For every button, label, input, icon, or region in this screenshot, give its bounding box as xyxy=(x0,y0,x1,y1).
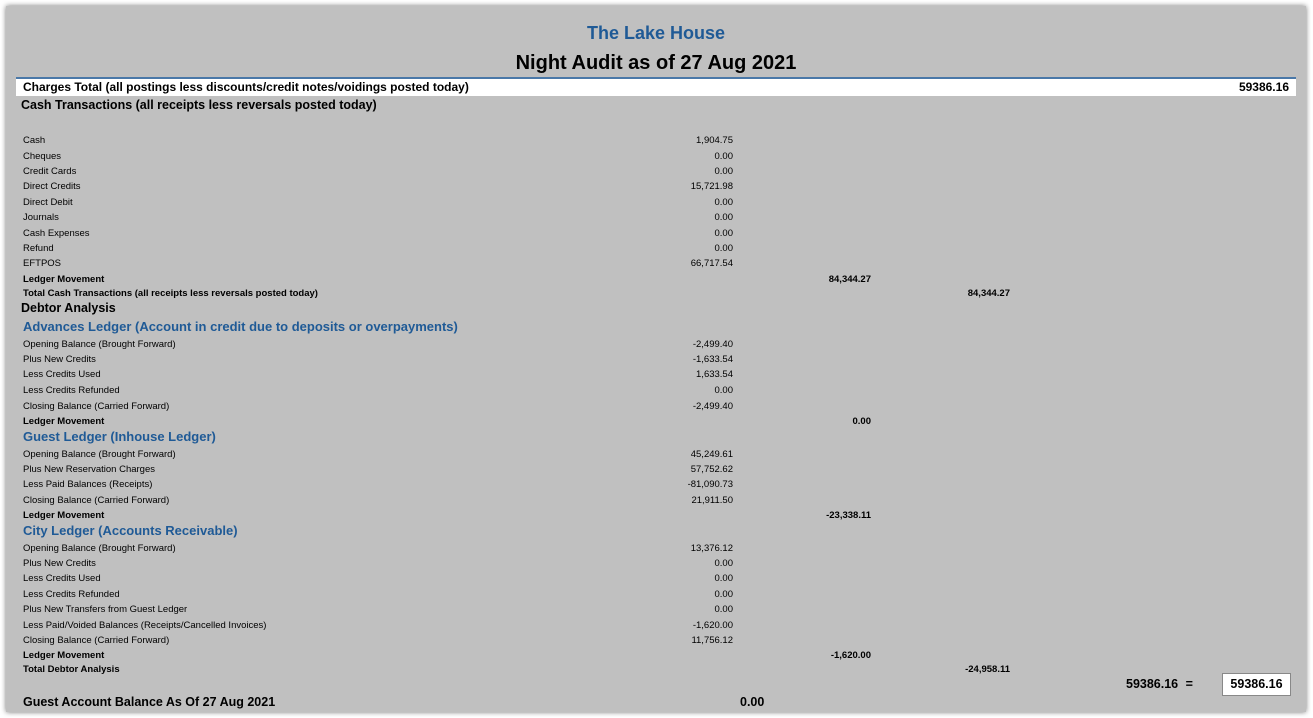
advances-row-value: 0.00 xyxy=(714,385,734,396)
cash-total-value: 84,344.27 xyxy=(967,288,1010,299)
guest-row-label: Less Paid Balances (Receipts) xyxy=(23,479,153,490)
reconciliation-right-value: 59386.16 xyxy=(1222,673,1291,696)
city-row-label: Plus New Transfers from Guest Ledger xyxy=(23,604,188,615)
guest-row-label: Plus New Reservation Charges xyxy=(23,464,156,475)
cash-row-label: Direct Debit xyxy=(23,197,73,208)
cash-row-value: 0.00 xyxy=(714,151,734,162)
night-audit-report: The Lake House Night Audit as of 27 Aug … xyxy=(6,6,1306,712)
cash-row-value: 0.00 xyxy=(714,197,734,208)
report-title: Night Audit as of 27 Aug 2021 xyxy=(515,52,797,74)
cash-section-title: Cash Transactions (all receipts less rev… xyxy=(21,98,377,112)
advances-row-label: Less Credits Refunded xyxy=(23,385,120,396)
guest-row-label: Opening Balance (Brought Forward) xyxy=(23,449,176,460)
guest-row-value: 57,752.62 xyxy=(690,464,733,475)
advances-row-value: -2,499.40 xyxy=(692,339,733,350)
advances-row-value: -2,499.40 xyxy=(692,401,733,412)
cash-row-label: Journals xyxy=(23,212,59,223)
city-row-value: 0.00 xyxy=(714,573,734,584)
city-row-label: Plus New Credits xyxy=(23,558,96,569)
city-row-label: Less Credits Refunded xyxy=(23,589,120,600)
cash-row-value: 15,721.98 xyxy=(690,181,733,192)
cash-row-label: Credit Cards xyxy=(23,166,77,177)
city-ledger-title: City Ledger (Accounts Receivable) xyxy=(23,523,238,538)
cash-row-value: 0.00 xyxy=(714,166,734,177)
advances-row-value: -1,633.54 xyxy=(692,354,733,365)
guest-balance-value: 0.00 xyxy=(740,695,765,709)
city-ledger-movement-value: -1,620.00 xyxy=(830,650,871,661)
reconciliation-left-value: 59386.16 xyxy=(1126,677,1179,691)
cash-row-label: Cash xyxy=(23,135,46,146)
city-row-value: -1,620.00 xyxy=(692,620,733,631)
cash-row-label: EFTPOS xyxy=(23,258,62,269)
advances-ledger-movement-label: Ledger Movement xyxy=(23,416,105,427)
advances-row-label: Closing Balance (Carried Forward) xyxy=(23,401,170,412)
guest-row-value: -81,090.73 xyxy=(687,479,733,490)
city-row-label: Opening Balance (Brought Forward) xyxy=(23,543,176,554)
advances-row-label: Plus New Credits xyxy=(23,354,96,365)
guest-row-value: 45,249.61 xyxy=(690,449,733,460)
advances-ledger-title: Advances Ledger (Account in credit due t… xyxy=(23,319,458,334)
guest-ledger-movement-label: Ledger Movement xyxy=(23,510,105,521)
city-row-value: 0.00 xyxy=(714,589,734,600)
city-row-label: Closing Balance (Carried Forward) xyxy=(23,635,170,646)
hotel-name: The Lake House xyxy=(586,23,726,43)
guest-ledger-movement-value: -23,338.11 xyxy=(826,510,871,521)
cash-row-value: 66,717.54 xyxy=(690,258,733,269)
cash-row-label: Refund xyxy=(23,243,54,254)
cash-ledger-movement-label: Ledger Movement xyxy=(23,274,105,285)
cash-row-label: Direct Credits xyxy=(23,181,81,192)
advances-row-label: Opening Balance (Brought Forward) xyxy=(23,339,176,350)
cash-row-label: Cash Expenses xyxy=(23,228,90,239)
cash-row-value: 0.00 xyxy=(714,212,734,223)
cash-row-value: 1,904.75 xyxy=(696,135,733,146)
equals-sign: = xyxy=(1185,677,1193,691)
city-ledger-movement-label: Ledger Movement xyxy=(23,650,105,661)
city-row-label: Less Credits Used xyxy=(23,573,101,584)
guest-row-value: 21,911.50 xyxy=(691,495,733,506)
city-row-value: 0.00 xyxy=(714,558,734,569)
debtor-total-label: Total Debtor Analysis xyxy=(23,664,120,675)
cash-row-label: Cheques xyxy=(23,151,62,162)
guest-ledger-title: Guest Ledger (Inhouse Ledger) xyxy=(23,429,216,444)
advances-row-value: 1,633.54 xyxy=(696,369,733,380)
charges-total-label: Charges Total (all postings less discoun… xyxy=(23,80,469,94)
city-row-value: 11,756.12 xyxy=(691,635,733,646)
city-row-value: 0.00 xyxy=(714,604,734,615)
city-row-label: Less Paid/Voided Balances (Receipts/Canc… xyxy=(23,620,267,631)
advances-row-label: Less Credits Used xyxy=(23,369,101,380)
cash-row-value: 0.00 xyxy=(714,243,734,254)
reconciliation-check: 59386.16 = xyxy=(1126,677,1216,691)
charges-total-row: Charges Total (all postings less discoun… xyxy=(16,79,1296,96)
debtor-section-title: Debtor Analysis xyxy=(21,301,116,315)
cash-total-label: Total Cash Transactions (all receipts le… xyxy=(23,288,318,299)
guest-row-label: Closing Balance (Carried Forward) xyxy=(23,495,170,506)
debtor-total-value: -24,958.11 xyxy=(965,664,1010,675)
city-row-value: 13,376.12 xyxy=(690,543,733,554)
cash-ledger-movement-value: 84,344.27 xyxy=(828,274,871,285)
cash-row-value: 0.00 xyxy=(714,228,734,239)
advances-ledger-movement-value: 0.00 xyxy=(852,416,872,427)
guest-balance-label: Guest Account Balance As Of 27 Aug 2021 xyxy=(23,695,276,709)
charges-total-value: 59386.16 xyxy=(1238,80,1289,94)
